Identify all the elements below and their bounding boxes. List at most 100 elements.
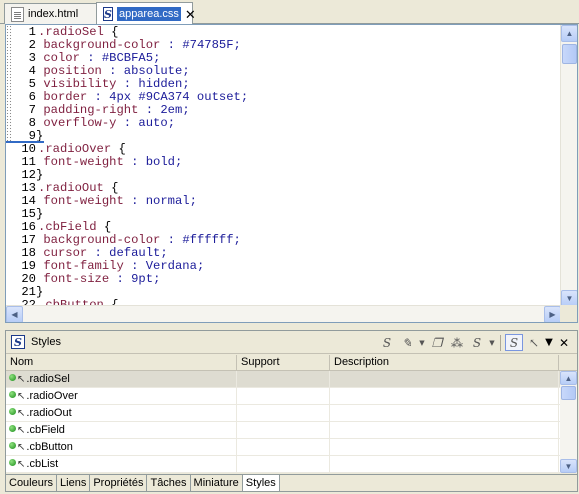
panel-tabs: Couleurs Liens Propriétés Tâches Miniature St… [6,474,577,491]
css-property: overflow-y [43,116,117,130]
style-name: .cbField [26,424,65,436]
name-cell: ↖ .radioOver [6,388,237,405]
support-cell [237,456,330,473]
document-tabbar: index.html S apparea.css ✕ [0,0,579,25]
panel-tab[interactable]: Couleurs [6,475,58,491]
css-value: auto [138,116,168,130]
copy-style-icon[interactable]: ❐ [428,334,446,351]
style-name: .radioOut [26,407,72,419]
name-cell: ↖ .cbField [6,422,237,439]
style-name: .cbList [26,458,59,470]
style-name: .radioSel [26,373,70,385]
scroll-right-button[interactable]: ▶ [544,306,561,322]
description-cell [330,371,559,388]
pointer-icon: ↖ [17,374,26,385]
name-cell: ↖ .radioSel [6,371,237,388]
table-row[interactable]: ↖ .radioOver [6,388,577,405]
scroll-up-button[interactable]: ▲ [560,371,577,385]
panel-tab[interactable]: Propriétés [90,475,148,491]
description-cell [330,388,559,405]
tab-index-html[interactable]: index.html [4,3,97,24]
description-cell [330,405,559,422]
pointer-icon: ↖ [17,442,26,453]
apply-style-icon[interactable]: S [468,334,486,351]
styles-table: Nom Support Description ↖ .radioSel ↖ .radi… [6,355,577,473]
panel-tab[interactable]: Tâches [147,475,191,491]
css-value: normal [145,194,190,208]
tab-label: index.html [28,8,79,20]
name-cell: ↖ .cbList [6,456,237,473]
dropdown-icon[interactable]: ▼ [488,334,496,351]
editor-window: index.html S apparea.css ✕ 1 .radioSel {2… [0,0,579,494]
toolbar-separator [500,334,501,351]
styles-view-icon[interactable]: S [505,334,523,351]
panel-tab[interactable]: Liens [57,475,91,491]
tab-apparea-css[interactable]: S apparea.css ✕ [96,2,196,25]
scroll-up-button[interactable]: ▲ [561,25,577,42]
panel-title: Styles [31,336,61,348]
close-tab-icon[interactable]: ✕ [185,8,196,21]
scroll-thumb[interactable] [561,386,576,400]
column-header-nom[interactable]: Nom [6,355,237,370]
table-row[interactable]: ↖ .cbField [6,422,577,439]
pointer-icon: ↖ [17,391,26,402]
css-property: font-weight [43,194,124,208]
pointer-icon: ↖ [17,425,26,436]
close-icon[interactable]: ✕ [555,334,573,351]
horizontal-scrollbar[interactable]: ◀ ▶ [6,305,561,322]
dropdown-icon[interactable]: ▼ [418,334,426,351]
css-value: #74785F [182,38,234,52]
description-cell [330,422,559,439]
support-cell [237,388,330,405]
panel-tab[interactable]: Miniature [191,475,243,491]
table-row[interactable]: ↖ .cbButton [6,439,577,456]
css-property: font-weight [43,155,124,169]
scroll-corner [560,305,577,322]
stylesheet-icon: S [103,7,113,21]
edit-style-icon[interactable]: ✎ [398,334,416,351]
support-cell [237,405,330,422]
merge-style-icon[interactable]: ⁂ [448,334,466,351]
table-row[interactable]: ↖ .radioSel [6,371,577,388]
status-dot-icon [9,408,16,415]
styles-panel: S Styles S ✎ ▼ ❐ ⁂ S ▼ S ↖ ▼ ✕ Nom Suppo… [5,330,578,492]
html-file-icon [11,6,24,22]
css-property: font-size [43,272,110,286]
new-style-icon[interactable]: S [378,334,396,351]
status-dot-icon [9,425,16,432]
name-cell: ↖ .cbButton [6,439,237,456]
style-name: .cbButton [26,441,73,453]
panel-menu-icon[interactable]: ▼ [545,334,553,351]
status-dot-icon [9,459,16,466]
vertical-scrollbar[interactable]: ▲ ▼ [560,25,577,307]
code-content[interactable]: 1 .radioSel {2 background-color : #74785F… [6,26,248,312]
scroll-thumb[interactable] [562,44,577,64]
css-value: bold [145,155,175,169]
column-header-description[interactable]: Description [330,355,559,370]
table-row[interactable]: ↖ .radioOut [6,405,577,422]
pointer-icon: ↖ [17,408,26,419]
table-header: Nom Support Description [6,355,577,371]
table-body: ↖ .radioSel ↖ .radioOver ↖ .radioOut ↖ .cbField… [6,371,577,473]
styles-scrollbar[interactable]: ▲ ▼ [560,371,577,473]
scroll-left-button[interactable]: ◀ [6,306,23,322]
table-row[interactable]: ↖ .cbList [6,456,577,473]
styles-icon: S [11,335,25,349]
panel-tab[interactable]: Styles [242,475,280,491]
style-name: .radioOver [26,390,78,402]
code-editor[interactable]: 1 .radioSel {2 background-color : #74785F… [5,24,578,323]
css-value: #ffffff [182,233,234,247]
column-header-support[interactable]: Support [237,355,330,370]
status-dot-icon [9,374,16,381]
pointer-icon: ↖ [17,459,26,470]
styles-panel-header: S Styles S ✎ ▼ ❐ ⁂ S ▼ S ↖ ▼ ✕ [6,331,577,354]
line-marker [6,141,44,143]
description-cell [330,439,559,456]
status-dot-icon [9,442,16,449]
select-pointer-icon[interactable]: ↖ [525,334,543,351]
support-cell [237,439,330,456]
support-cell [237,371,330,388]
support-cell [237,422,330,439]
scroll-down-button[interactable]: ▼ [560,459,577,473]
status-dot-icon [9,391,16,398]
